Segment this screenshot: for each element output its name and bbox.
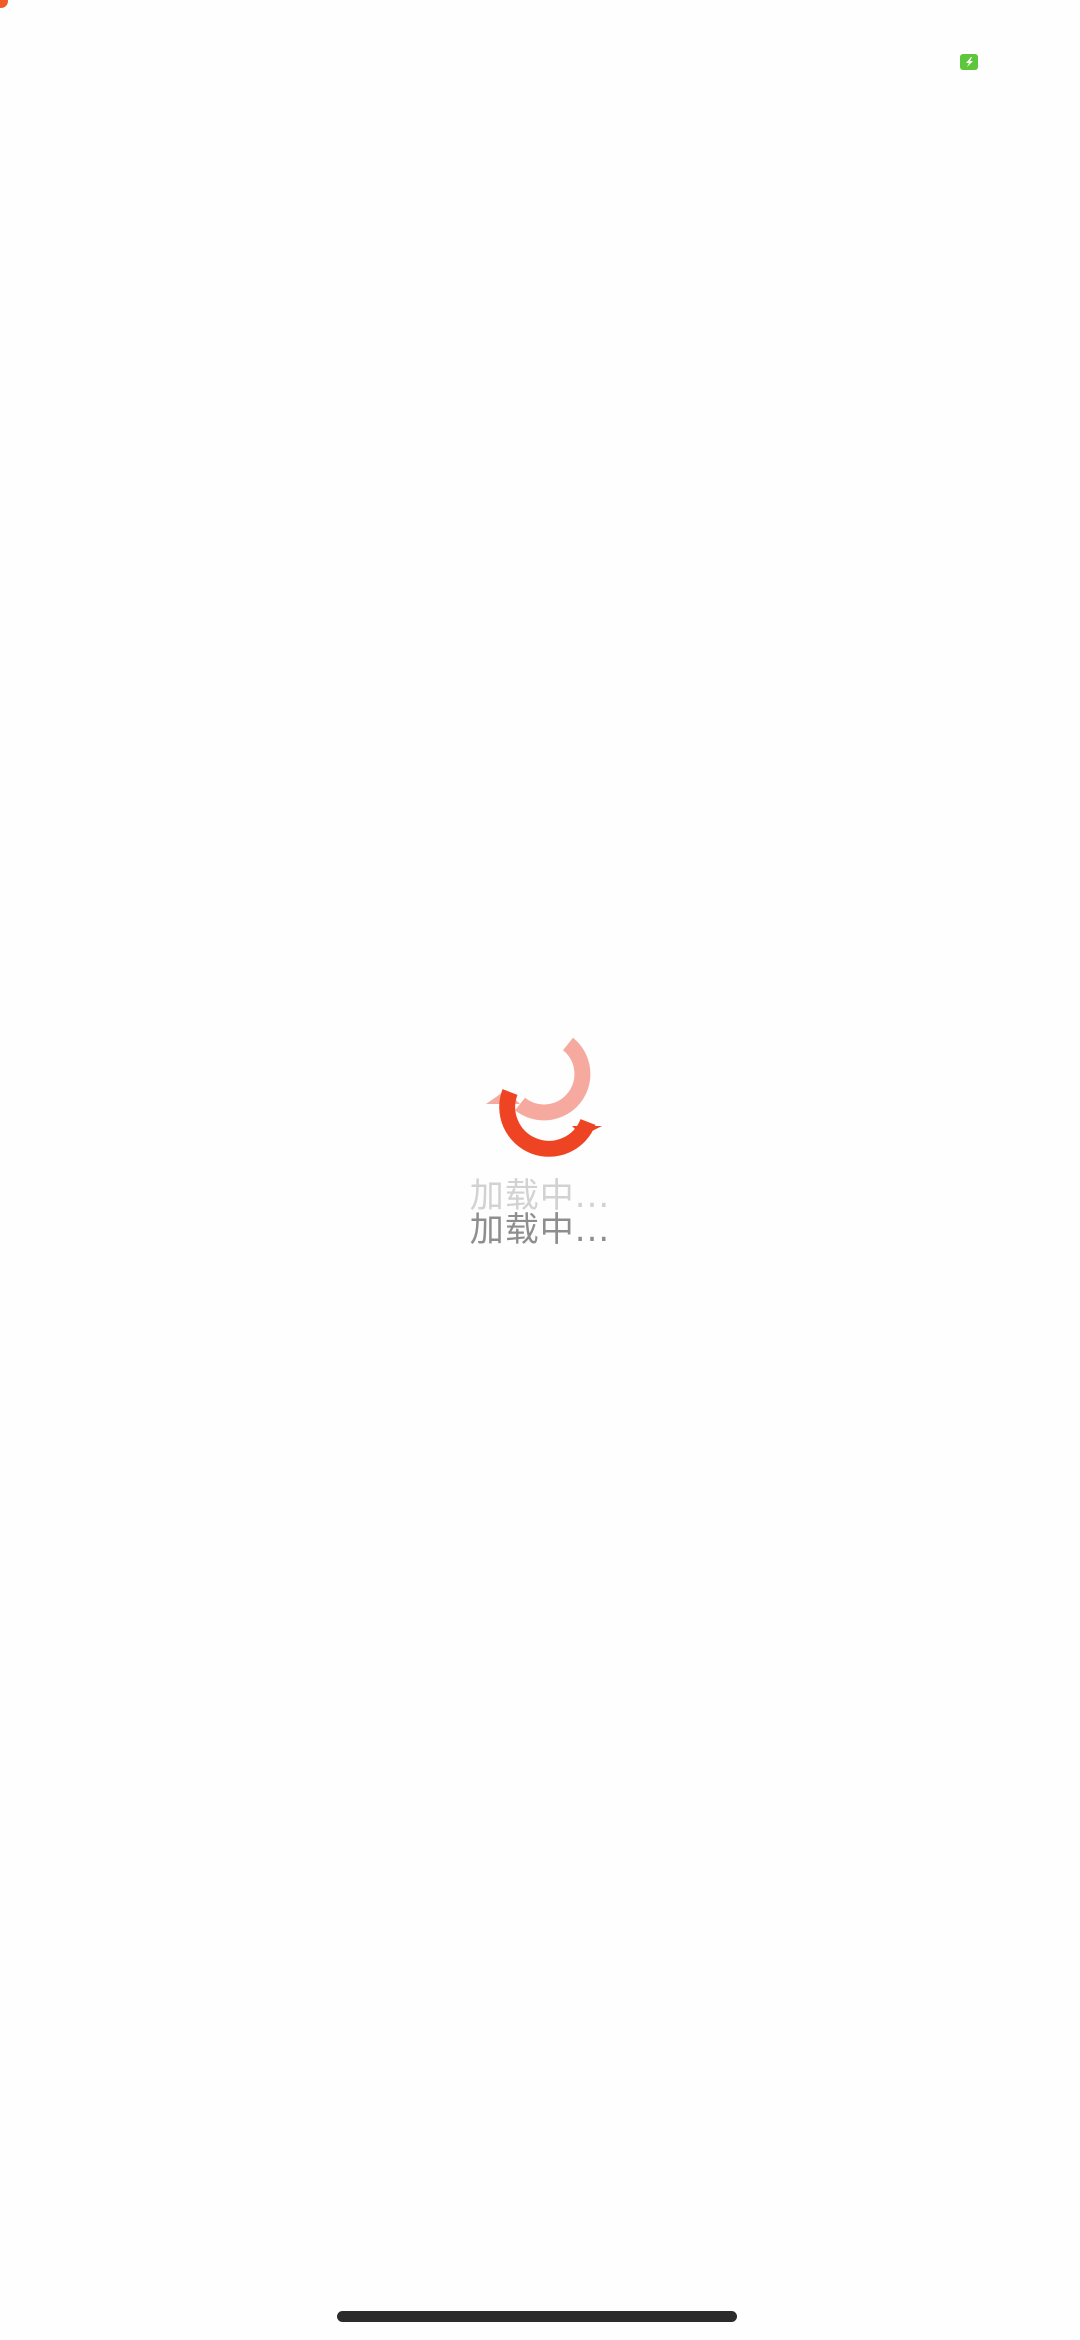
loading-text: 加载中... [469,1210,611,1250]
loading-spinner-icon [460,1030,620,1190]
home-indicator[interactable] [337,2311,737,2322]
battery-charging-icon [960,54,978,70]
loading-screen: 加载中... 加载中... [0,0,1080,2340]
status-corner-dot [0,0,8,8]
